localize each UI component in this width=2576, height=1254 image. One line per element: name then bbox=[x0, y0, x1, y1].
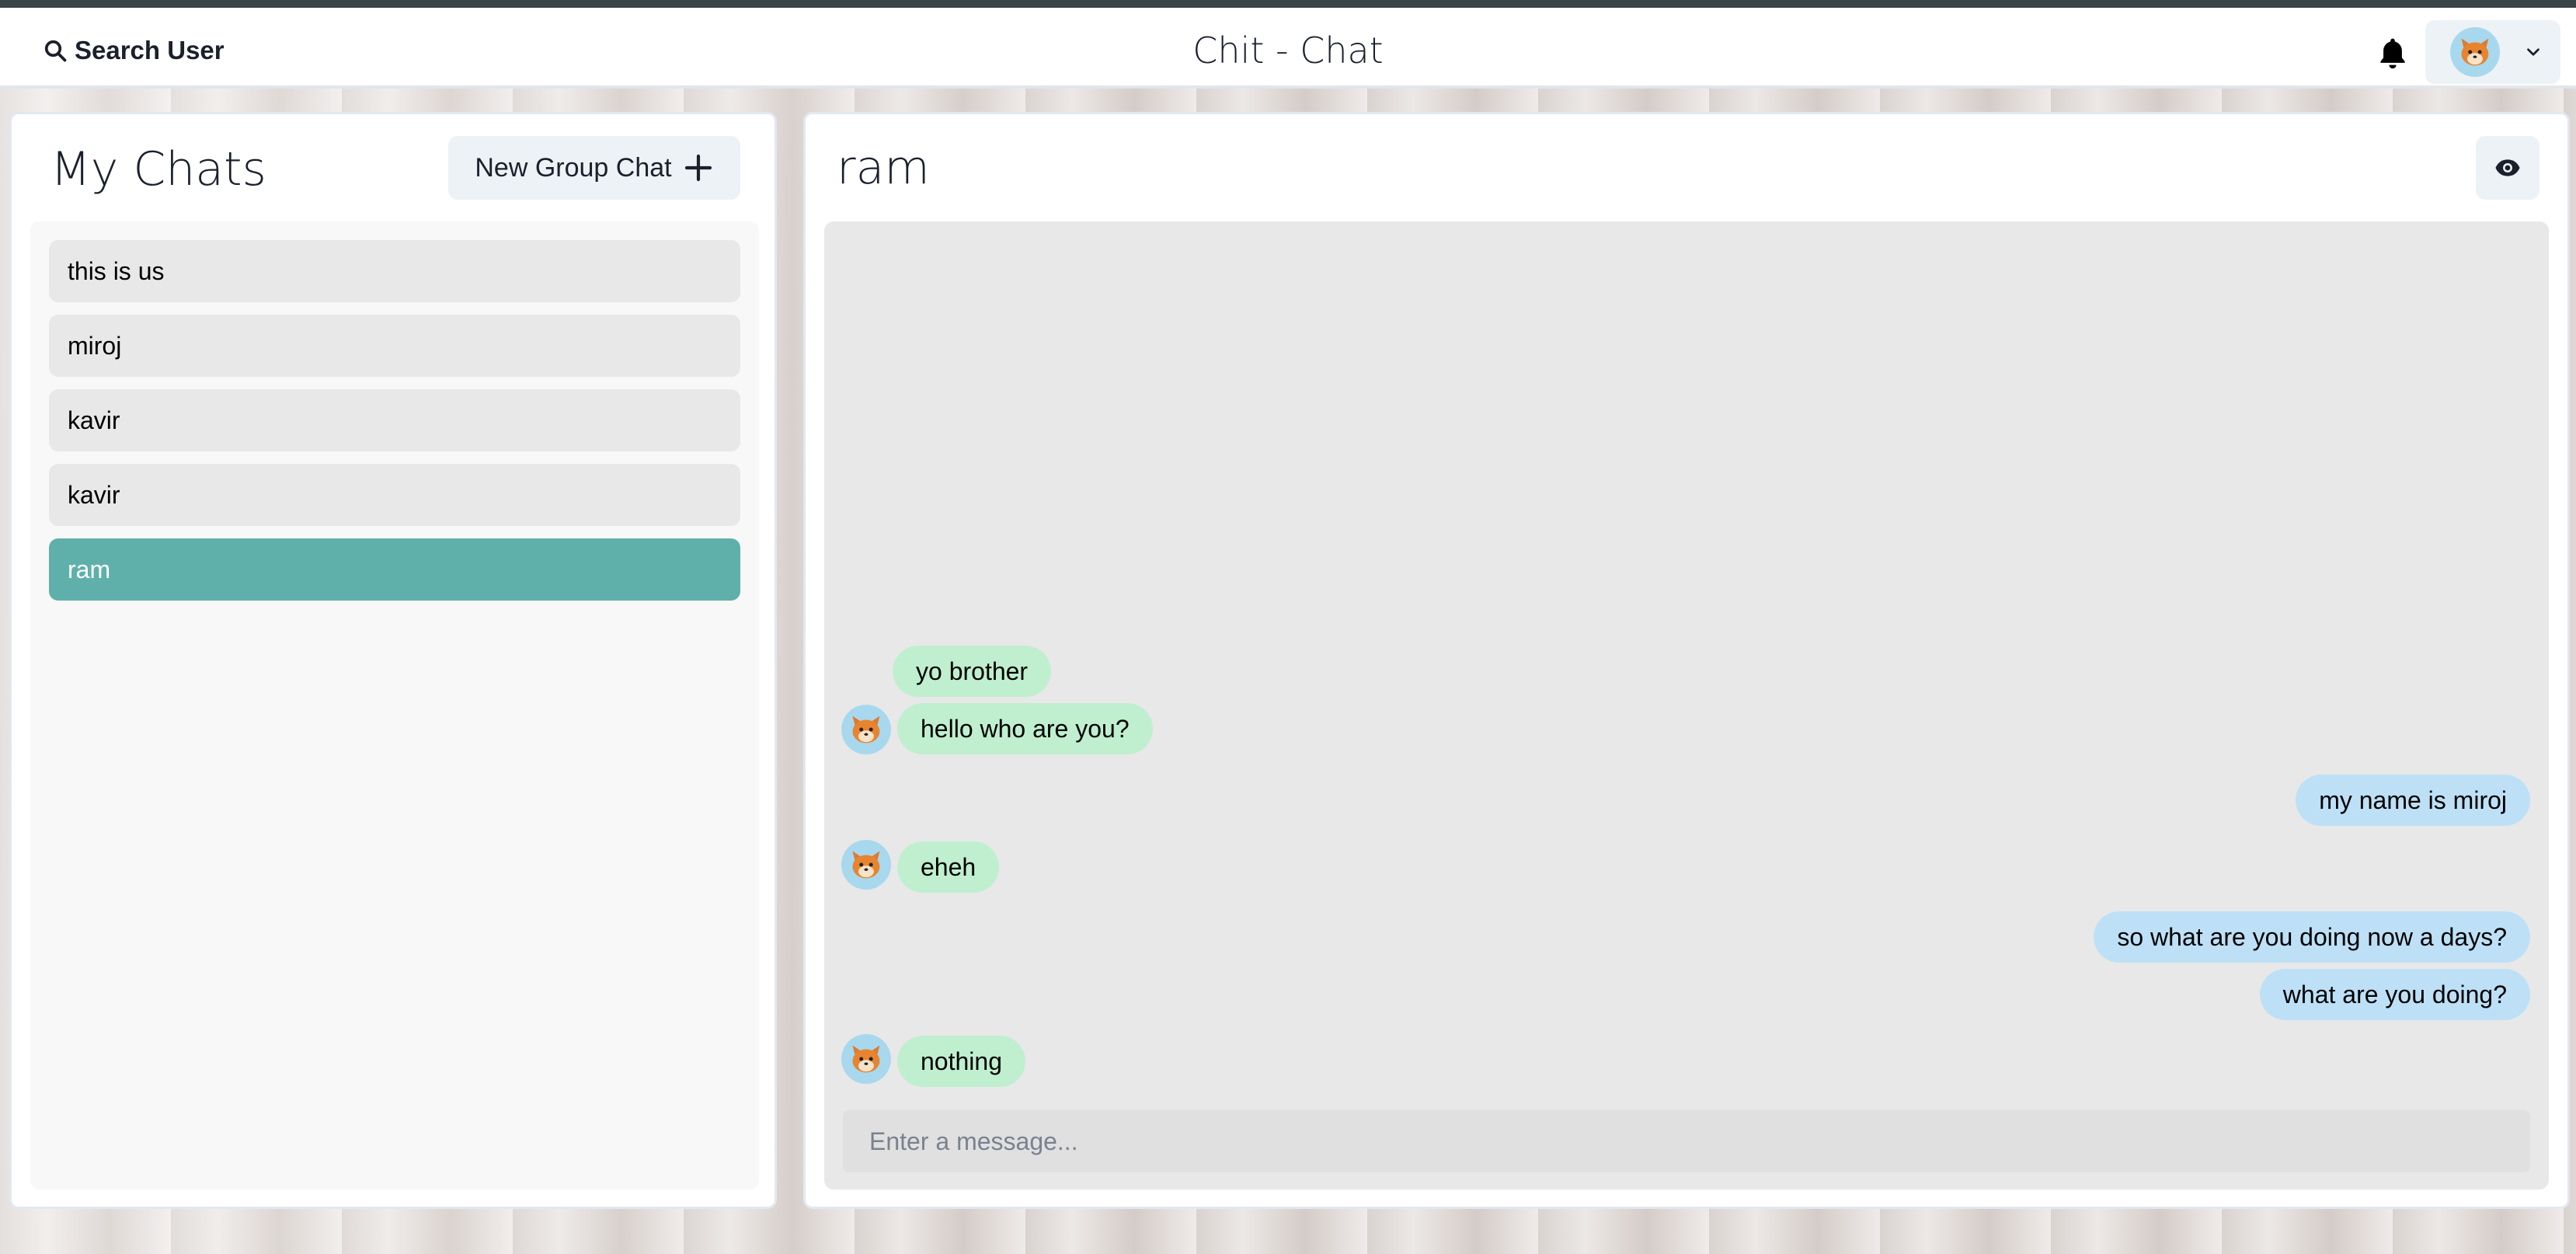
message-text: eheh bbox=[921, 852, 976, 881]
chat-list-item-name: this is us bbox=[68, 256, 165, 285]
outgoing-message: so what are you doing now a days? bbox=[2094, 911, 2530, 963]
chat-list-item-active[interactable]: ram bbox=[49, 538, 740, 601]
message-text: my name is miroj bbox=[2319, 785, 2507, 814]
profile-menu-button[interactable] bbox=[2425, 20, 2560, 84]
chat-list: this is us miroj kavir kavir ram bbox=[30, 221, 759, 1190]
plus-icon bbox=[684, 154, 712, 182]
messages-area: yo brother hello who are you? my name is… bbox=[824, 221, 2549, 1190]
chat-list-item[interactable]: this is us bbox=[49, 240, 740, 302]
new-group-chat-button[interactable]: New Group Chat bbox=[448, 136, 740, 200]
fox-avatar-icon bbox=[2461, 38, 2489, 66]
chevron-down-icon bbox=[2527, 48, 2539, 56]
browser-top-strip bbox=[0, 0, 2576, 8]
message-input[interactable] bbox=[843, 1110, 2530, 1172]
chat-list-item[interactable]: miroj bbox=[49, 315, 740, 377]
outgoing-message: my name is miroj bbox=[2296, 775, 2530, 826]
message-text: so what are you doing now a days? bbox=[2117, 922, 2507, 951]
app-title: Chit - Chat bbox=[1192, 30, 1384, 71]
search-icon bbox=[44, 40, 67, 62]
new-group-chat-label: New Group Chat bbox=[475, 152, 672, 183]
sender-avatar[interactable] bbox=[841, 1034, 891, 1084]
chat-list-item[interactable]: kavir bbox=[49, 464, 740, 526]
eye-icon bbox=[2495, 159, 2520, 176]
fox-avatar-icon bbox=[852, 851, 880, 879]
chat-list-item-name: kavir bbox=[68, 406, 120, 434]
fox-avatar-icon bbox=[852, 716, 880, 744]
outgoing-message: what are you doing? bbox=[2259, 969, 2530, 1020]
chat-list-item[interactable]: kavir bbox=[49, 389, 740, 451]
top-header: Search User Chit - Chat bbox=[0, 8, 2576, 89]
chat-list-item-name: kavir bbox=[68, 480, 120, 509]
conversation-panel: ram yo brother hello who are you? my nam… bbox=[803, 112, 2570, 1209]
my-chats-title: My Chats bbox=[50, 142, 266, 197]
incoming-message: yo brother bbox=[893, 646, 1052, 697]
chat-list-item-name: miroj bbox=[68, 331, 122, 360]
user-avatar bbox=[2450, 27, 2500, 77]
sender-avatar[interactable] bbox=[841, 705, 891, 754]
message-text: nothing bbox=[921, 1047, 1002, 1075]
chat-list-item-name: ram bbox=[68, 555, 111, 583]
bell-icon[interactable] bbox=[2376, 34, 2410, 71]
message-text: hello who are you? bbox=[921, 714, 1130, 743]
message-text: yo brother bbox=[916, 657, 1029, 685]
search-user-button[interactable]: Search User bbox=[31, 31, 237, 70]
incoming-message: hello who are you? bbox=[897, 703, 1153, 754]
sender-avatar[interactable] bbox=[841, 840, 891, 890]
search-user-label: Search User bbox=[75, 36, 225, 64]
fox-avatar-icon bbox=[852, 1045, 880, 1073]
incoming-message: eheh bbox=[897, 841, 1000, 893]
conversation-title: ram bbox=[837, 141, 930, 195]
my-chats-panel: My Chats New Group Chat this is us miroj… bbox=[9, 112, 777, 1209]
message-text: what are you doing? bbox=[2282, 980, 2507, 1008]
view-profile-button[interactable] bbox=[2476, 136, 2539, 200]
incoming-message: nothing bbox=[897, 1036, 1025, 1087]
